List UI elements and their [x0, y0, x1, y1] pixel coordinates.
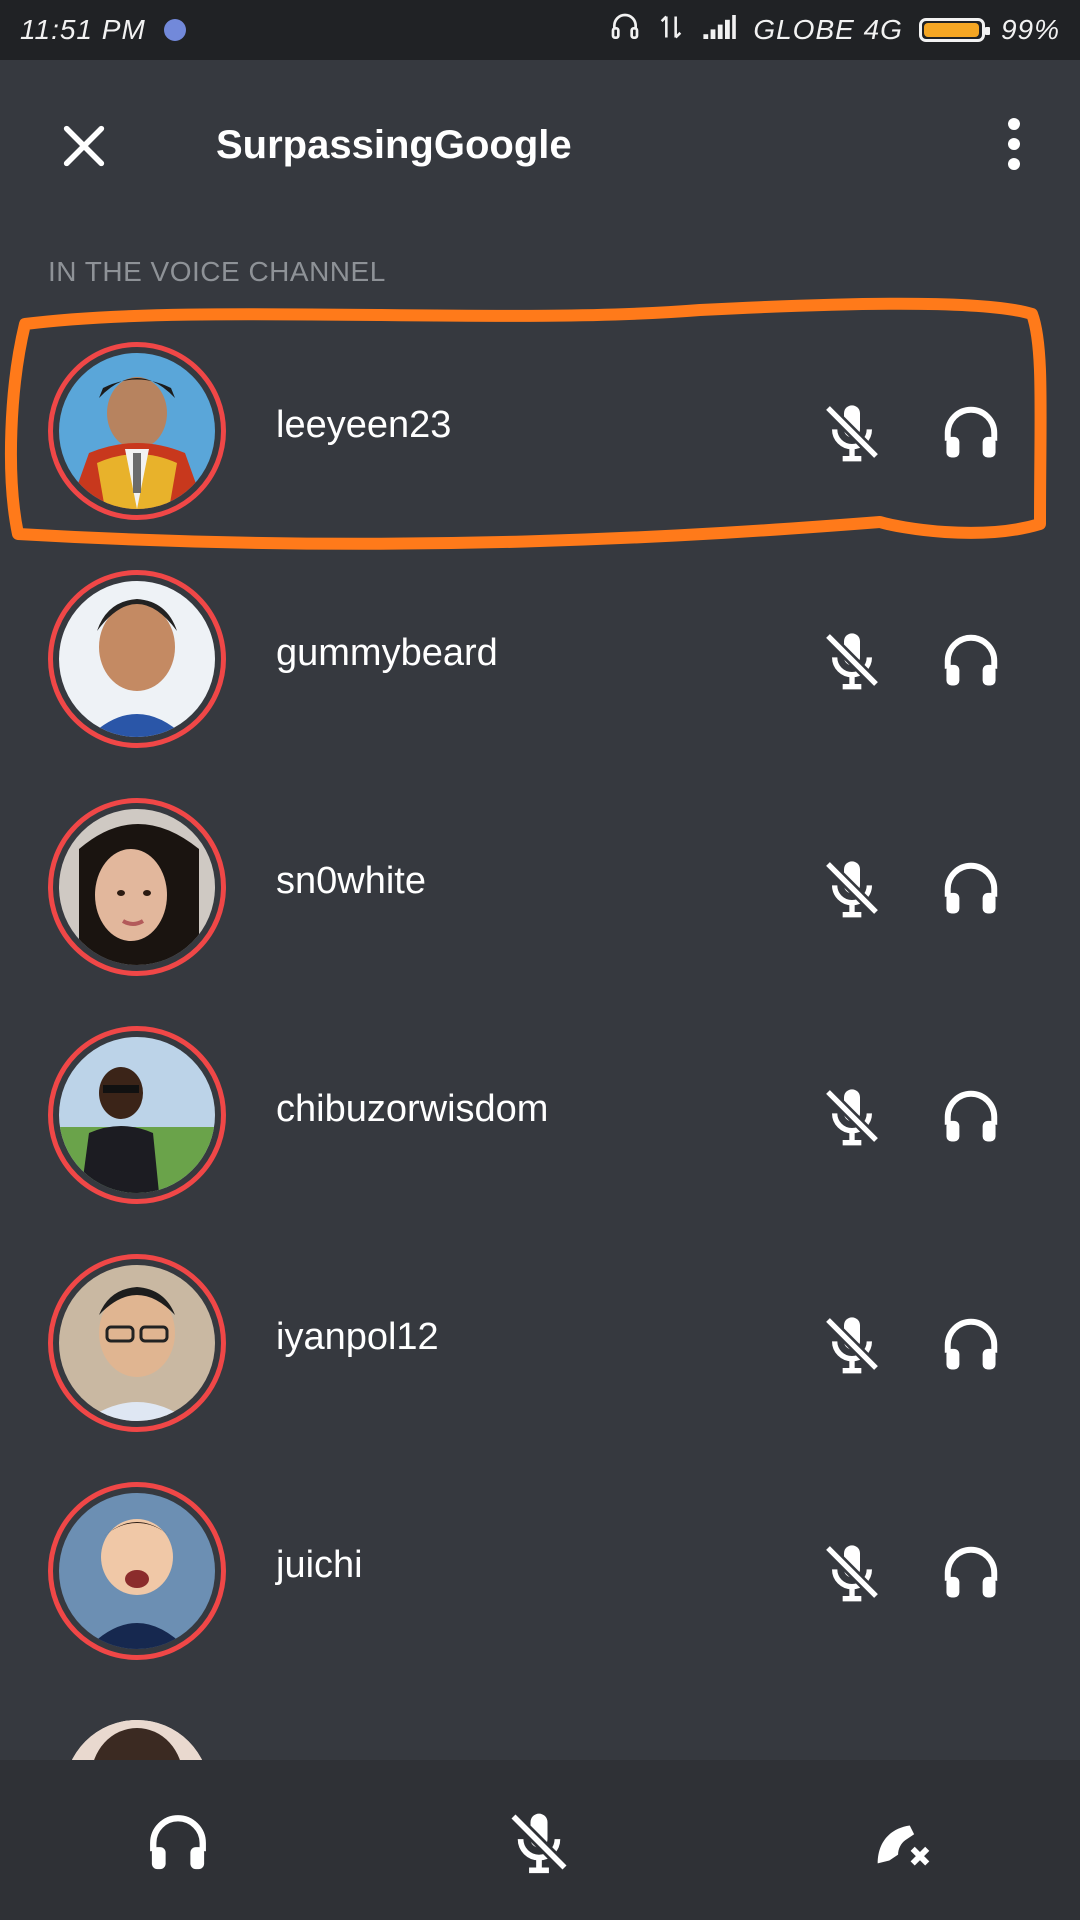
avatar-image [59, 1265, 215, 1421]
member-list: leeyeen23 gummybeard sn0white chibuzorwisdo… [0, 334, 1080, 1702]
headset-icon [940, 630, 1002, 692]
status-bar-left: 11:51 PM [20, 14, 204, 46]
avatar[interactable] [48, 798, 226, 976]
data-arrows-icon [657, 12, 685, 49]
headset-icon [940, 402, 1002, 464]
mic-off-icon [820, 400, 884, 464]
more-options-button[interactable] [996, 116, 1032, 172]
member-name: sn0white [276, 860, 426, 902]
channel-header: SurpassingGoogle [0, 60, 1080, 230]
headset-icon [940, 1314, 1002, 1376]
mic-off-icon [509, 1812, 569, 1874]
battery-level [923, 23, 980, 37]
battery-percent: 99% [1000, 14, 1060, 45]
disconnect-icon [877, 1825, 930, 1866]
member-row[interactable]: iyanpol12 [0, 1246, 1080, 1474]
close-icon [63, 125, 105, 167]
member-name: iyanpol12 [276, 1316, 439, 1358]
avatar[interactable] [48, 1482, 226, 1660]
mic-off-icon [820, 856, 884, 920]
voice-controls-bar [0, 1760, 1080, 1920]
avatar[interactable] [48, 1026, 226, 1204]
avatar-image [59, 353, 215, 509]
avatar-image [59, 1493, 215, 1649]
disconnect-button[interactable] [866, 1808, 936, 1878]
status-bar: 11:51 PM GLOBE 4G 99% [0, 0, 1080, 60]
headset-icon [940, 1542, 1002, 1604]
member-row[interactable]: gummybeard [0, 562, 1080, 790]
member-row[interactable]: leeyeen23 [0, 334, 1080, 562]
channel-title: SurpassingGoogle [216, 123, 572, 167]
member-name: juichi [276, 1544, 363, 1586]
mute-button[interactable] [505, 1808, 573, 1876]
status-bar-right: GLOBE 4G 99% [593, 11, 1060, 50]
avatar-image [59, 809, 215, 965]
avatar[interactable] [48, 1254, 226, 1432]
avatar[interactable] [48, 570, 226, 748]
carrier-label: GLOBE 4G [753, 14, 903, 45]
more-vertical-icon [1008, 118, 1020, 170]
deafen-button[interactable] [145, 1810, 211, 1876]
member-name: chibuzorwisdom [276, 1088, 549, 1130]
member-name: gummybeard [276, 632, 498, 674]
mic-off-icon [820, 628, 884, 692]
section-label: IN THE VOICE CHANNEL [48, 256, 386, 287]
member-row[interactable]: chibuzorwisdom [0, 1018, 1080, 1246]
signal-icon [701, 12, 737, 49]
headset-icon [940, 1086, 1002, 1148]
headset-icon [609, 11, 641, 50]
member-row[interactable]: sn0white [0, 790, 1080, 1018]
avatar-image [59, 1037, 215, 1193]
mic-off-icon [820, 1312, 884, 1376]
mic-off-icon [820, 1540, 884, 1604]
mic-off-icon [820, 1084, 884, 1148]
headset-icon [940, 858, 1002, 920]
avatar[interactable] [48, 342, 226, 520]
battery-cap [984, 27, 990, 35]
member-row[interactable]: juichi [0, 1474, 1080, 1702]
discord-icon [163, 19, 186, 41]
battery-icon [918, 18, 990, 42]
close-button[interactable] [58, 120, 110, 172]
avatar-image [59, 581, 215, 737]
member-name: leeyeen23 [276, 404, 452, 446]
status-time: 11:51 PM [20, 14, 146, 45]
headset-icon [150, 1815, 206, 1870]
